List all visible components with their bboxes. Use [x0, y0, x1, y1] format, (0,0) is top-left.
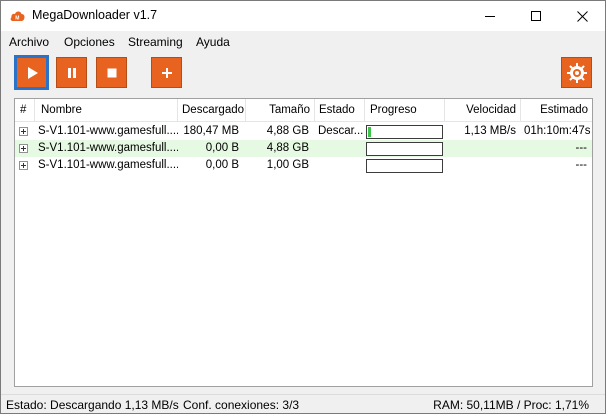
connections-text: Conf. conexiones: 3/3 — [183, 398, 300, 412]
resources-text: RAM: 50,11MB / Proc: 1,71% — [433, 398, 589, 412]
row-speed: 1,13 MB/s — [464, 125, 516, 137]
list-header: # Nombre Descargado Tamaño Estado Progre… — [15, 99, 592, 122]
row-progress-fill — [368, 127, 371, 137]
row-size: 4,88 GB — [266, 125, 309, 137]
status-bar: Estado: Descargando 1,13 MB/s Conf. cone… — [1, 394, 605, 413]
title-bar[interactable]: M MegaDownloader v1.7 — [1, 1, 605, 31]
app-logo-icon: M — [10, 9, 25, 23]
column-header-index[interactable]: # — [15, 99, 35, 122]
add-download-button[interactable] — [151, 57, 182, 88]
row-status: Descar... — [318, 125, 364, 137]
row-eta: --- — [575, 159, 588, 171]
expand-icon[interactable] — [19, 161, 28, 170]
start-button[interactable] — [14, 55, 49, 90]
menu-ayuda[interactable]: Ayuda — [196, 35, 230, 49]
maximize-button[interactable] — [513, 1, 559, 31]
toolbar — [1, 52, 605, 94]
menu-bar: Archivo Opciones Streaming Ayuda — [1, 32, 605, 52]
column-header-size[interactable]: Tamaño — [246, 99, 315, 122]
row-name: S-V1.101-www.gamesfull.... — [38, 142, 178, 154]
row-downloaded: 180,47 MB — [183, 125, 239, 137]
gear-icon — [566, 62, 587, 83]
minimize-button[interactable] — [467, 1, 513, 31]
window-title: MegaDownloader v1.7 — [32, 8, 158, 22]
row-downloaded: 0,00 B — [205, 142, 239, 154]
pause-icon — [67, 67, 76, 78]
app-window: M MegaDownloader v1.7 Archivo Opciones S… — [0, 0, 606, 414]
column-header-name[interactable]: Nombre — [35, 99, 178, 122]
row-size: 4,88 GB — [266, 142, 309, 154]
row-downloaded: 0,00 B — [205, 159, 239, 171]
download-row[interactable]: S-V1.101-www.gamesfull.... 0,00 B 1,00 G… — [15, 157, 592, 174]
row-status — [315, 157, 365, 174]
row-speed — [445, 157, 519, 174]
row-progress-bar — [366, 142, 443, 156]
svg-text:M: M — [15, 16, 19, 22]
column-header-eta[interactable]: Estimado — [521, 99, 592, 122]
expand-icon[interactable] — [19, 127, 28, 136]
column-header-status[interactable]: Estado — [315, 99, 365, 122]
pause-button[interactable] — [56, 57, 87, 88]
row-eta: --- — [575, 142, 588, 154]
settings-button[interactable] — [561, 57, 592, 88]
column-header-downloaded[interactable]: Descargado — [178, 99, 246, 122]
row-eta: 01h:10m:47s — [524, 125, 590, 137]
plus-icon — [161, 67, 172, 78]
row-status — [315, 140, 365, 157]
row-progress-bar — [366, 159, 443, 173]
play-icon — [27, 66, 38, 79]
menu-archivo[interactable]: Archivo — [9, 35, 49, 49]
expand-icon[interactable] — [19, 144, 28, 153]
row-name: S-V1.101-www.gamesfull.... — [38, 125, 178, 137]
column-header-progress[interactable]: Progreso — [365, 99, 445, 122]
row-size: 1,00 GB — [266, 159, 309, 171]
column-header-speed[interactable]: Velocidad — [445, 99, 521, 122]
close-button[interactable] — [559, 1, 605, 31]
menu-streaming[interactable]: Streaming — [128, 35, 183, 49]
row-name: S-V1.101-www.gamesfull.... — [38, 159, 178, 171]
stop-icon — [107, 68, 116, 77]
row-speed — [445, 140, 519, 157]
stop-button[interactable] — [96, 57, 127, 88]
menu-opciones[interactable]: Opciones — [64, 35, 115, 49]
download-row[interactable]: S-V1.101-www.gamesfull.... 180,47 MB 4,8… — [15, 123, 592, 140]
download-list[interactable]: # Nombre Descargado Tamaño Estado Progre… — [14, 98, 593, 387]
status-text: Estado: Descargando 1,13 MB/s — [6, 398, 179, 412]
download-row[interactable]: S-V1.101-www.gamesfull.... 0,00 B 4,88 G… — [15, 140, 592, 157]
row-progress-bar — [366, 125, 443, 139]
